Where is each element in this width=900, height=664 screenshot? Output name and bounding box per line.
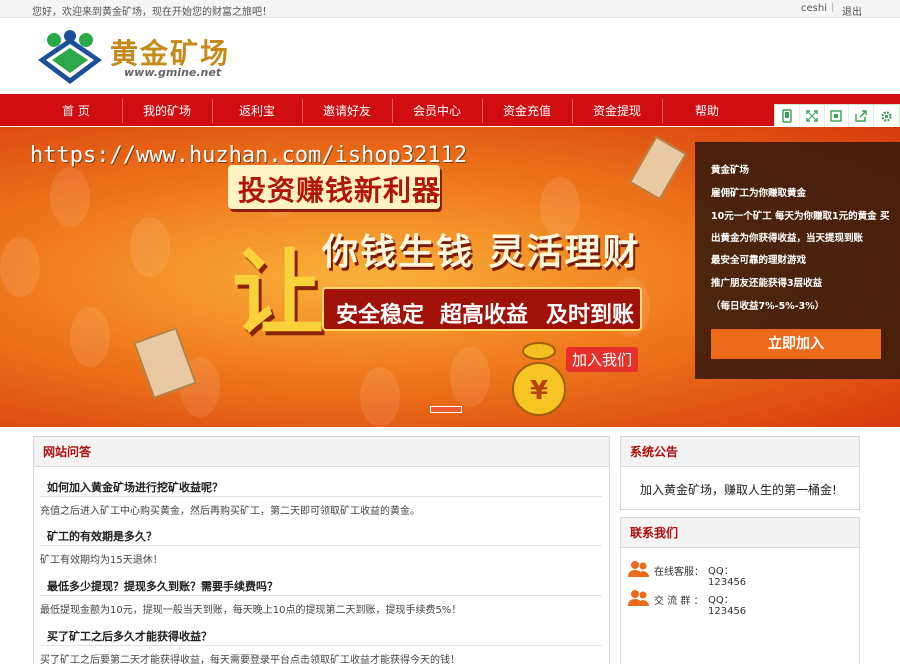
feature-label: 及时到账 xyxy=(546,303,635,328)
nav-item-home[interactable]: 首 页 xyxy=(31,95,121,127)
faq-question[interactable]: 矿工的有效期是多久？ xyxy=(47,528,157,544)
notice-text: 加入黄金矿场，赚取人生的第一桶金! xyxy=(640,483,837,497)
feature-label: 超高收益 xyxy=(440,303,529,328)
slider-indicator[interactable] xyxy=(430,406,462,413)
money-bag-label: ¥ xyxy=(530,376,548,406)
faq-answer: 充值之后进入矿工中心购买黄金，然后再购买矿工，第二天即可领取矿工收益的黄金。 xyxy=(40,506,420,517)
hero-banner[interactable]: https://www.huzhan.com/ishop32112 投资赚钱新利… xyxy=(0,127,900,427)
group-icon xyxy=(628,590,649,606)
floating-toolbox xyxy=(774,104,900,128)
faq-divider xyxy=(40,496,602,497)
info-line: 最安全可靠的理财游戏 xyxy=(711,255,807,266)
settings-icon[interactable] xyxy=(874,105,899,127)
faq-question[interactable]: 如何加入黄金矿场进行挖矿收益呢？ xyxy=(47,479,223,495)
feature-label: 安全稳定 xyxy=(336,303,425,328)
nav-item-deposit[interactable]: 资金充值 xyxy=(482,95,572,127)
faq-divider xyxy=(40,595,602,596)
main-nav: 首 页 我的矿场 返利宝 邀请好友 会员中心 资金充值 资金提现 帮助 xyxy=(0,94,900,126)
nav-item-my-mine[interactable]: 我的矿场 xyxy=(122,95,212,127)
feature-bar: 安全稳定 超高收益 及时到账 xyxy=(322,287,642,331)
site-header: 黄金矿场 www.gmine.net xyxy=(0,18,900,94)
nav-item-help[interactable]: 帮助 xyxy=(662,95,752,127)
logo-icon[interactable] xyxy=(34,30,106,86)
contact-title: 联系我们 xyxy=(621,518,859,548)
qrcode-icon[interactable] xyxy=(825,105,850,127)
welcome-text: 您好，欢迎来到黄金矿场，现在开始您的财富之旅吧！ xyxy=(32,7,272,18)
contact-label: 交 流 群 ： xyxy=(654,596,704,607)
info-line: 出黄金为你获得收益，当天提现到账 xyxy=(711,233,864,244)
join-us-button[interactable]: 加入我们 xyxy=(566,347,639,372)
fullscreen-icon[interactable] xyxy=(800,105,825,127)
faq-title: 网站问答 xyxy=(34,437,609,467)
faq-question[interactable]: 买了矿工之后多久才能获得收益？ xyxy=(47,628,212,644)
share-icon[interactable] xyxy=(849,105,875,127)
info-panel: 黄金矿场 雇佣矿工为你赚取黄金 10元一个矿工 每天为你赚取1元的黄金 买 出黄… xyxy=(695,142,900,379)
info-line: 雇佣矿工为你赚取黄金 xyxy=(711,188,807,199)
banner-big-char: 让 xyxy=(232,240,325,347)
contact-qq[interactable]: QQ：123456 xyxy=(708,591,746,617)
money-bag-icon: ¥ xyxy=(512,342,566,416)
mobile-icon[interactable] xyxy=(775,105,800,127)
topbar-separator: | xyxy=(831,2,835,13)
faq-question[interactable]: 最低多少提现？提现多久到账？需要手续费吗？ xyxy=(47,578,278,594)
join-now-button[interactable]: 立即加入 xyxy=(711,329,881,359)
faq-divider xyxy=(40,645,602,646)
logo-url: www.gmine.net xyxy=(124,66,222,79)
notice-title: 系统公告 xyxy=(621,437,859,467)
faq-answer: 矿工有效期均为15天退休！ xyxy=(40,555,163,566)
faq-divider xyxy=(40,545,602,546)
info-line: 10元一个矿工 每天为你赚取1元的黄金 买 xyxy=(711,211,890,222)
faq-answer: 买了矿工之后要第二天才能获得收益，每天需要登录平台点击领取矿工收益才能获得今天的… xyxy=(40,655,460,664)
nav-item-member[interactable]: 会员中心 xyxy=(392,95,482,127)
contact-row-group: 交 流 群 ： QQ：123456 xyxy=(628,589,746,617)
group-icon xyxy=(628,561,649,577)
contact-qq[interactable]: QQ：123456 xyxy=(708,562,746,588)
info-line: 推广朋友还能获得3层收益 xyxy=(711,278,823,289)
contact-row-service: 在线客服： QQ：123456 xyxy=(628,560,746,588)
info-line: （每日收益7%-5%-3%） xyxy=(711,301,825,312)
username-link[interactable]: ceshi xyxy=(801,3,827,14)
nav-item-rebate[interactable]: 返利宝 xyxy=(212,95,302,127)
notice-panel: 系统公告 xyxy=(620,436,860,510)
nav-item-invite[interactable]: 邀请好友 xyxy=(302,95,392,127)
banner-headline: 投资赚钱新利器 xyxy=(238,174,442,207)
contact-label: 在线客服： xyxy=(654,567,704,578)
info-line: 黄金矿场 xyxy=(711,165,750,176)
faq-answer: 最低提现金额为10元，提现一般当天到账，每天晚上10点的提现第二天到账，提现手续… xyxy=(40,605,462,616)
top-bar: 您好，欢迎来到黄金矿场，现在开始您的财富之旅吧！ ceshi | 退出 xyxy=(0,0,900,18)
logout-link[interactable]: 退出 xyxy=(842,3,862,18)
banner-slogan: 你钱生钱 灵活理财 xyxy=(322,232,641,273)
nav-item-withdraw[interactable]: 资金提现 xyxy=(572,95,662,127)
